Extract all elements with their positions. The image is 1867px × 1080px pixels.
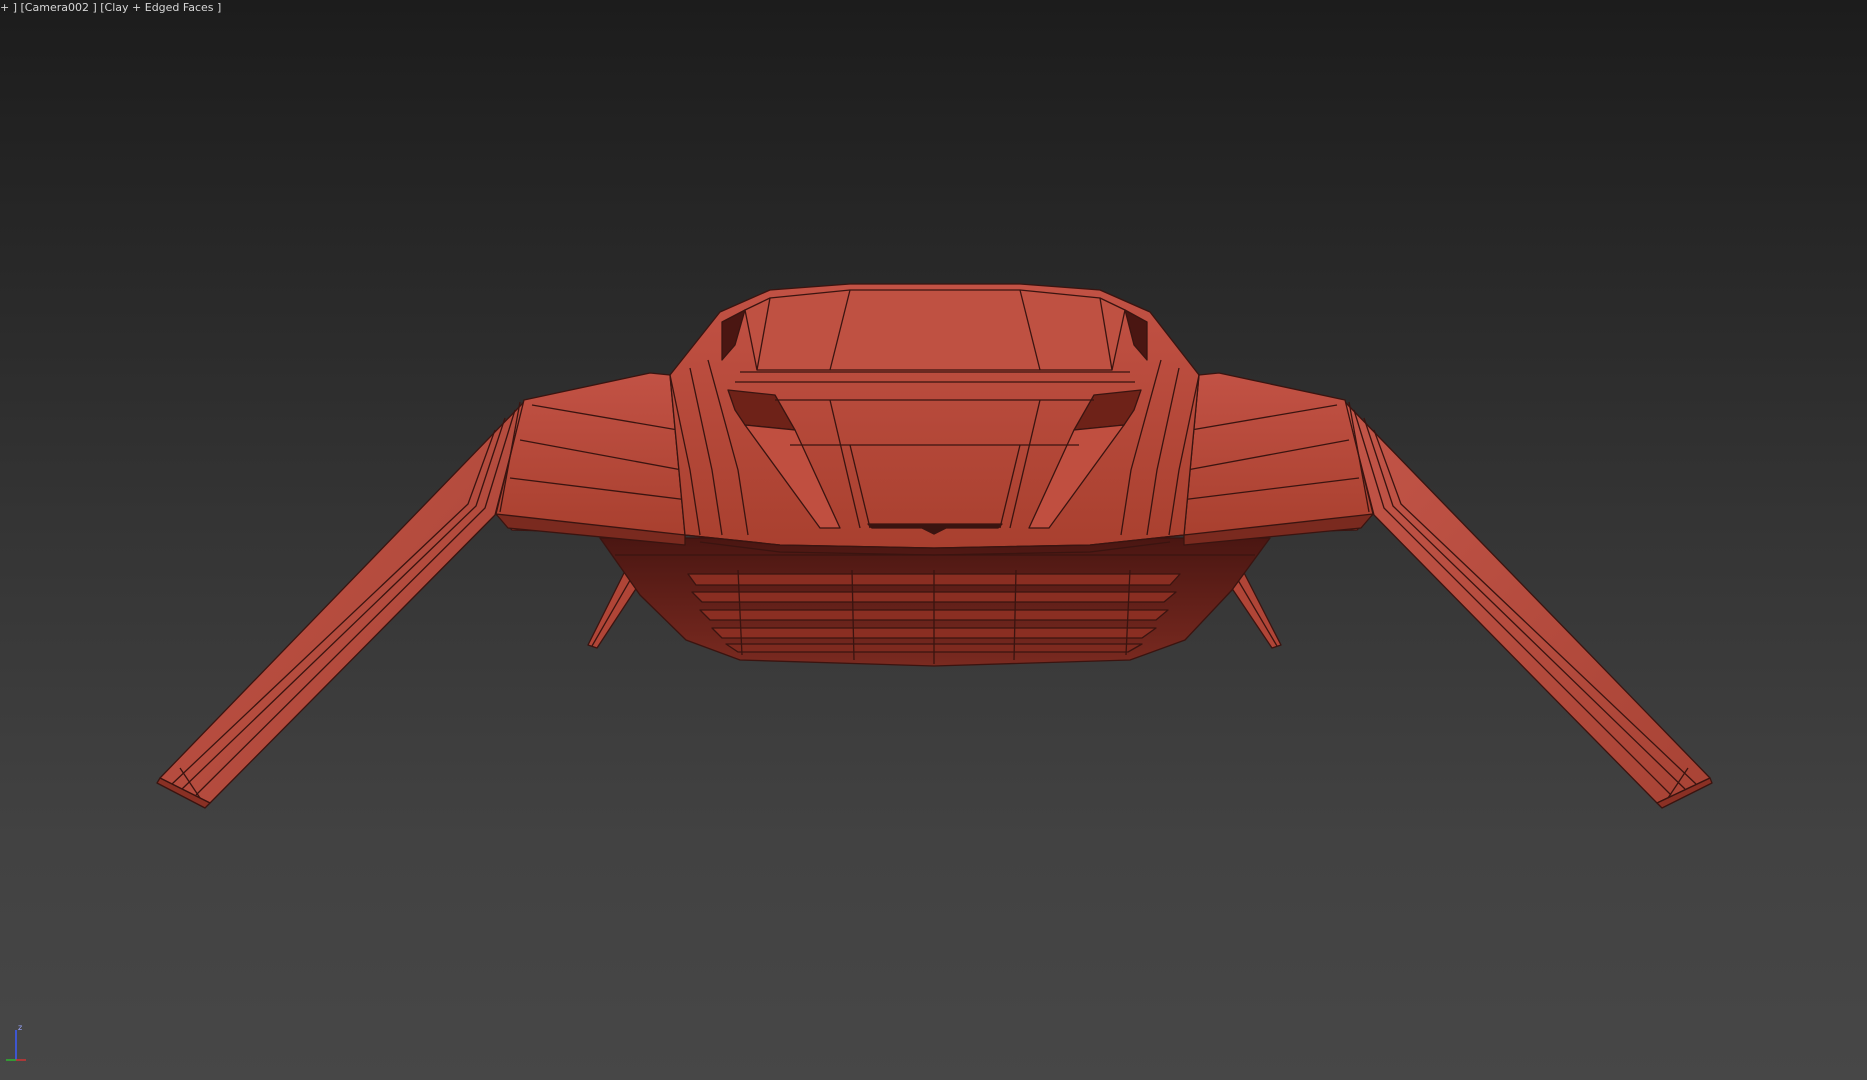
model-render[interactable]: [0, 0, 1867, 1080]
main-body: [669, 283, 1200, 556]
right-arm: [1344, 401, 1713, 809]
viewport-camera[interactable]: + ] [Camera002 ] [Clay + Edged Faces ] z: [0, 0, 1867, 1080]
underbody-grille: [599, 537, 1271, 667]
z-axis-label: z: [18, 1023, 22, 1032]
right-wing: [1180, 372, 1374, 546]
left-wing: [495, 372, 689, 546]
left-arm: [156, 401, 525, 809]
axis-gizmo: z: [6, 1023, 26, 1061]
